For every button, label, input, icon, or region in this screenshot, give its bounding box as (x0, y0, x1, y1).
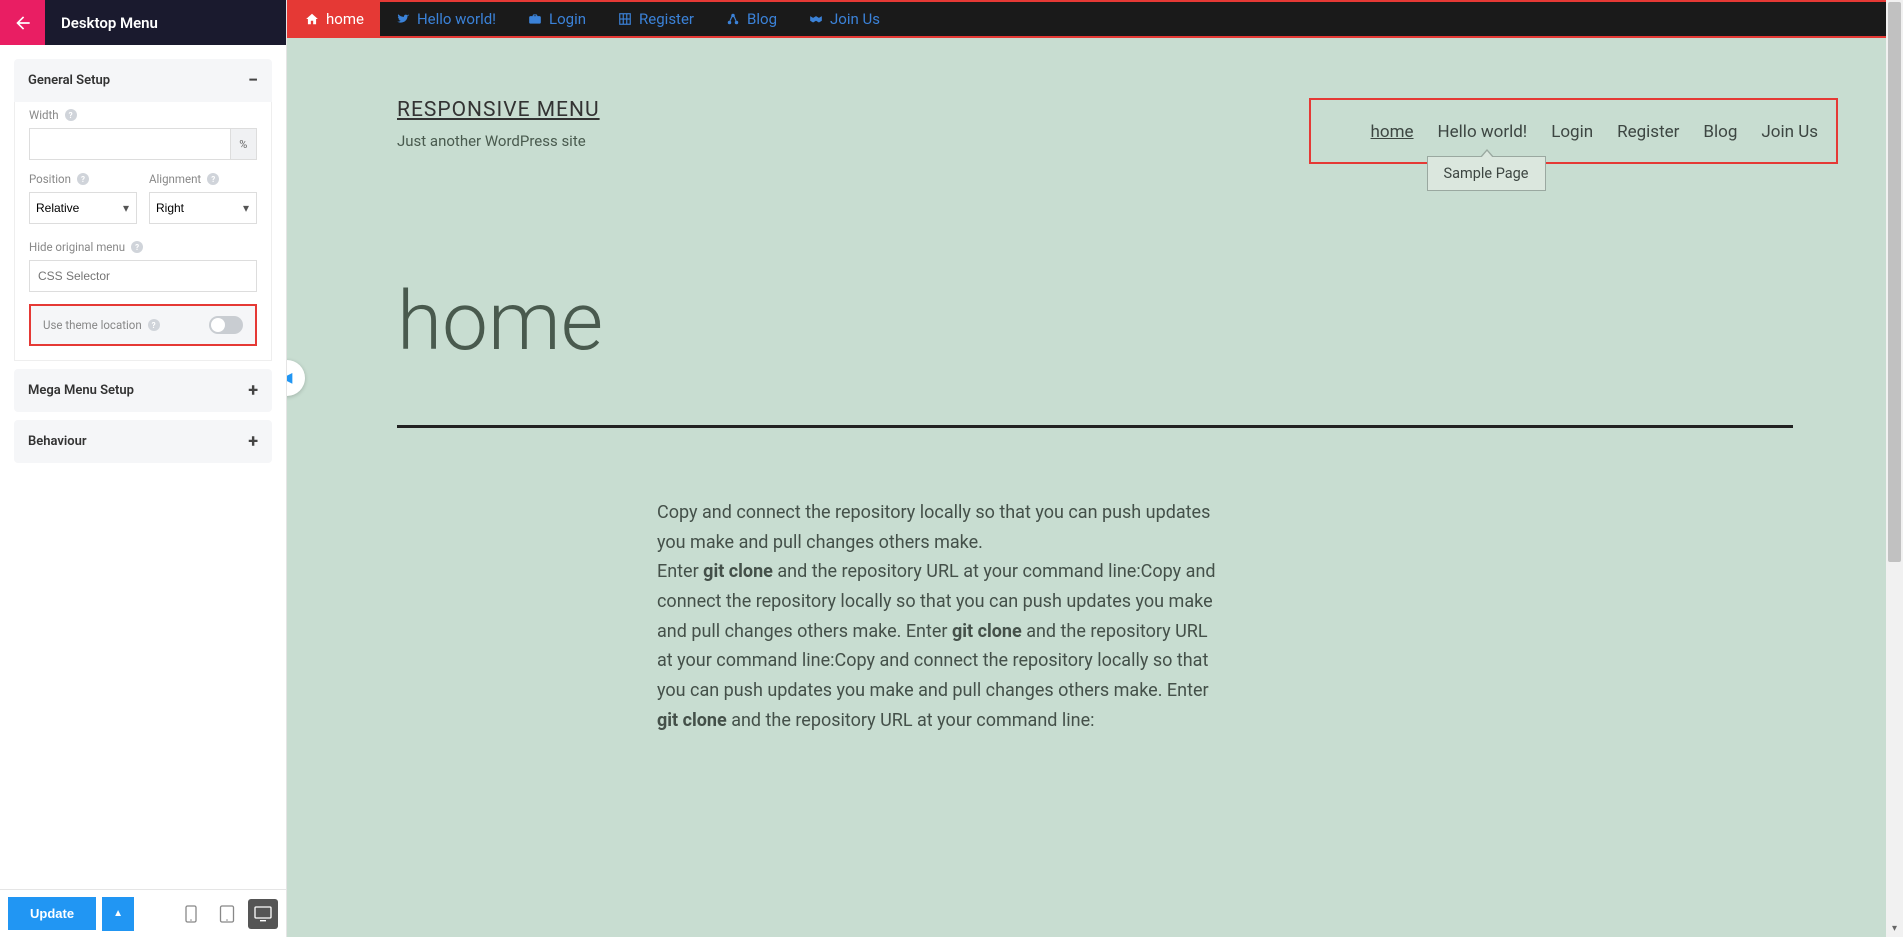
nav-item-register[interactable]: Register (1617, 122, 1679, 142)
divider (397, 425, 1793, 428)
topnav-item-hello[interactable]: Hello world! (380, 2, 512, 36)
page-preview: ◀ home Hello world! Login Register (287, 0, 1903, 937)
topnav-label: home (326, 10, 364, 28)
site-title[interactable]: RESPONSIVE MENU (397, 98, 600, 122)
theme-location-label: Use theme location ? (43, 318, 160, 332)
page-body: RESPONSIVE MENU Just another WordPress s… (287, 98, 1903, 736)
site-brand: RESPONSIVE MENU Just another WordPress s… (397, 98, 600, 150)
nav-item-blog[interactable]: Blog (1703, 122, 1737, 142)
topnav-item-home[interactable]: home (289, 2, 380, 36)
expand-icon: + (248, 380, 258, 401)
help-icon[interactable]: ? (65, 109, 77, 121)
device-preview-switcher (176, 899, 278, 929)
tablet-icon[interactable] (212, 899, 242, 929)
arrow-left-icon (13, 13, 33, 33)
field-position: Position ? Relative (29, 172, 137, 224)
topnav-label: Login (549, 10, 586, 28)
nav-item-home[interactable]: home (1371, 122, 1414, 142)
field-alignment: Alignment ? Right (149, 172, 257, 224)
alignment-label: Alignment ? (149, 172, 257, 186)
help-icon[interactable]: ? (77, 173, 89, 185)
panel-title: Mega Menu Setup (28, 383, 134, 398)
panel-body-general: Width ? % Position ? (14, 102, 272, 361)
update-dropdown[interactable]: ▲ (102, 897, 134, 931)
topnav-item-login[interactable]: Login (512, 2, 602, 36)
mobile-icon[interactable] (176, 899, 206, 929)
back-button[interactable] (0, 0, 45, 45)
position-label: Position ? (29, 172, 137, 186)
width-unit[interactable]: % (231, 128, 257, 160)
panel-head-behaviour[interactable]: Behaviour + (14, 420, 272, 463)
share-icon (726, 12, 740, 26)
twitter-icon (396, 12, 410, 26)
help-icon[interactable]: ? (131, 241, 143, 253)
topnav-highlight: home Hello world! Login Register Blog (287, 0, 1903, 38)
expand-icon: + (248, 431, 258, 452)
scroll-thumb[interactable] (1888, 2, 1901, 562)
preview-frame: ◀ home Hello world! Login Register (287, 0, 1903, 937)
sidebar-title: Desktop Menu (61, 14, 158, 32)
sidebar-footer: Update ▲ (0, 889, 286, 937)
nav-item-hello[interactable]: Hello world! (1438, 122, 1528, 142)
settings-panels: General Setup − Width ? % (0, 45, 286, 889)
position-select[interactable]: Relative (29, 192, 137, 224)
panel-title: General Setup (28, 73, 110, 88)
collapse-icon: − (248, 70, 258, 91)
site-nav-highlight: home Hello world! Login Register Blog Jo… (1309, 98, 1838, 164)
panel-behaviour: Behaviour + (14, 420, 272, 463)
paragraph-text: Enter (657, 561, 703, 582)
width-label: Width ? (29, 108, 257, 122)
nav-item-joinus[interactable]: Join Us (1761, 122, 1818, 142)
paragraph-text: Copy and connect the repository locally … (657, 502, 1210, 553)
panel-mega-menu: Mega Menu Setup + (14, 369, 272, 412)
panel-general-setup: General Setup − Width ? % (14, 59, 272, 361)
hide-original-input[interactable] (29, 260, 257, 292)
help-icon[interactable]: ? (207, 173, 219, 185)
width-input[interactable] (29, 128, 231, 160)
update-button[interactable]: Update (8, 897, 96, 930)
panel-head-general[interactable]: General Setup − (14, 59, 272, 102)
sidebar-header: Desktop Menu (0, 0, 286, 45)
page-content: Copy and connect the repository locally … (657, 498, 1217, 736)
field-hide-original: Hide original menu ? (29, 240, 257, 292)
preview-scrollbar[interactable]: ▴ ▾ (1886, 0, 1903, 937)
topnav-label: Blog (747, 10, 777, 28)
field-width: Width ? % (29, 108, 257, 160)
code-bold: git clone (703, 561, 773, 582)
page-heading: home (397, 274, 1843, 370)
site-header: RESPONSIVE MENU Just another WordPress s… (347, 98, 1843, 164)
topnav-item-blog[interactable]: Blog (710, 2, 793, 36)
paragraph-text: and the repository URL at your command l… (727, 710, 1095, 731)
topnav-item-joinus[interactable]: Join Us (793, 2, 896, 36)
code-bold: git clone (952, 621, 1022, 642)
topnav-label: Join Us (830, 10, 880, 28)
nav-dropdown-item[interactable]: Sample Page (1427, 156, 1546, 191)
site-tagline: Just another WordPress site (397, 132, 600, 150)
help-icon[interactable]: ? (148, 319, 160, 331)
home-icon (305, 12, 319, 26)
alignment-select[interactable]: Right (149, 192, 257, 224)
panel-title: Behaviour (28, 434, 87, 449)
code-bold: git clone (657, 710, 727, 731)
topnav-label: Register (639, 10, 694, 28)
desktop-icon[interactable] (248, 899, 278, 929)
theme-location-toggle[interactable] (209, 316, 243, 334)
briefcase-icon (528, 12, 542, 26)
topnav: home Hello world! Login Register Blog (289, 2, 1901, 36)
settings-sidebar: Desktop Menu General Setup − Width ? % (0, 0, 287, 937)
handshake-icon (809, 12, 823, 26)
panel-head-mega[interactable]: Mega Menu Setup + (14, 369, 272, 412)
nav-item-login[interactable]: Login (1551, 122, 1593, 142)
hide-original-label: Hide original menu ? (29, 240, 257, 254)
topnav-label: Hello world! (417, 10, 496, 28)
scroll-down-icon[interactable]: ▾ (1886, 920, 1903, 937)
site-nav: home Hello world! Login Register Blog Jo… (1371, 122, 1818, 142)
field-theme-location: Use theme location ? (29, 304, 257, 346)
topnav-item-register[interactable]: Register (602, 2, 710, 36)
grid-icon (618, 12, 632, 26)
